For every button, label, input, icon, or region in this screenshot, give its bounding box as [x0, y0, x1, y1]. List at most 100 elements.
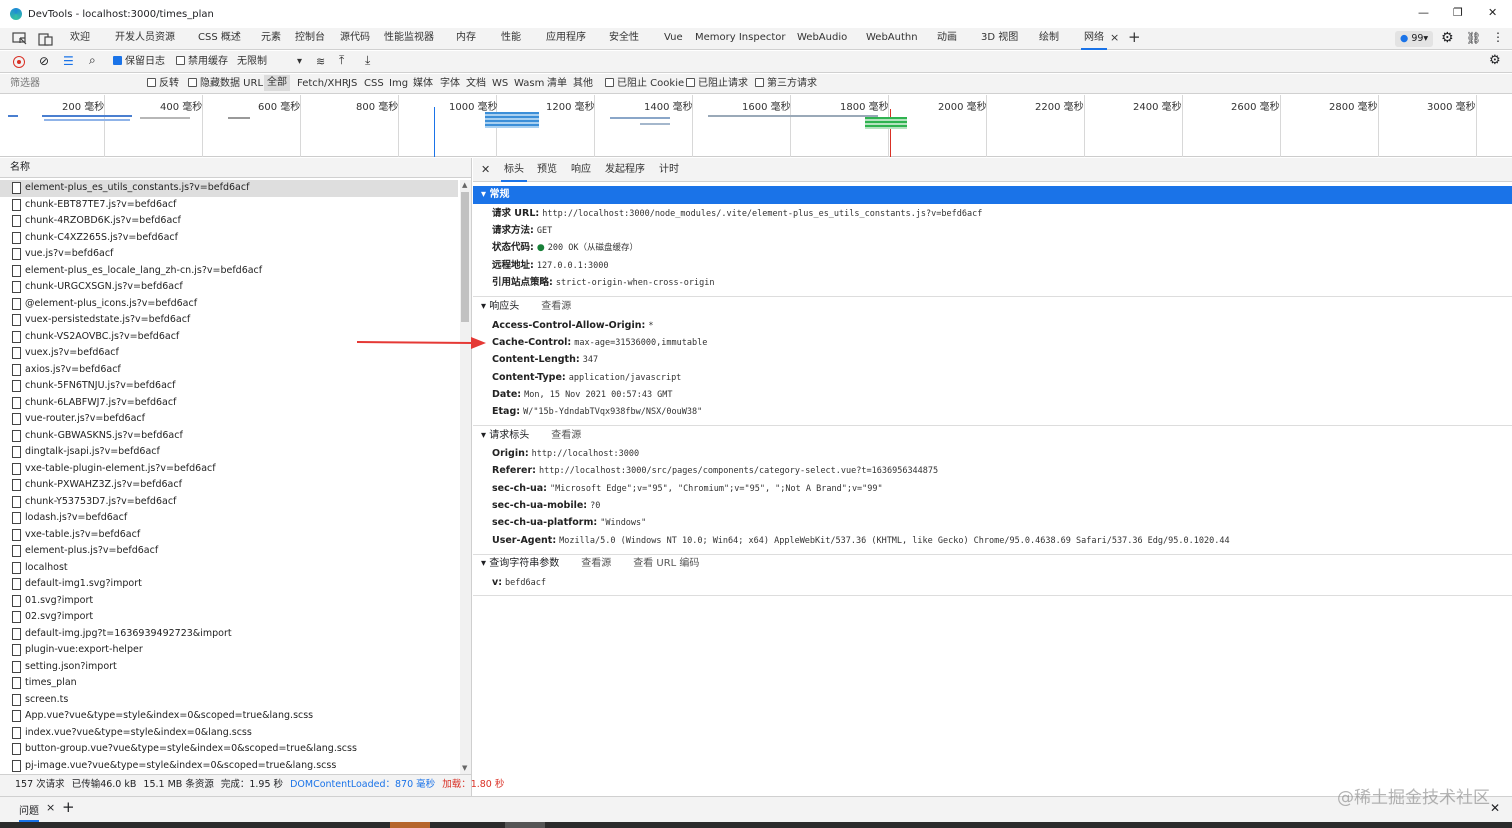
network-settings-gear-icon[interactable]: ⚙	[1489, 53, 1501, 68]
request-row[interactable]: lodash.js?v=befd6acf	[0, 510, 458, 527]
add-tab-icon[interactable]: +	[1128, 28, 1141, 50]
type-filter-fetch-xhr[interactable]: Fetch/XHR	[297, 76, 349, 92]
type-filter-css[interactable]: CSS	[364, 76, 384, 92]
record-icon[interactable]	[13, 56, 25, 68]
tab-css-overview[interactable]: CSS 概述	[198, 28, 241, 50]
filter-input[interactable]: 筛选器	[10, 76, 40, 92]
type-filter-manifest[interactable]: 清单	[547, 76, 567, 92]
request-row[interactable]: dingtalk-jsapi.js?v=befd6acf	[0, 444, 458, 461]
tab-sources[interactable]: 源代码	[340, 28, 370, 50]
request-row[interactable]: default-img1.svg?import	[0, 576, 458, 593]
disable-cache-checkbox[interactable]: 禁用缓存	[176, 54, 228, 70]
inspect-element-icon[interactable]	[12, 32, 28, 46]
response-headers-section-header[interactable]: ▾ 响应头 查看源	[473, 298, 1512, 316]
view-url-encoded-link[interactable]: 查看 URL 编码	[633, 558, 699, 569]
close-drawer-tab-icon[interactable]: ×	[46, 801, 55, 814]
request-row[interactable]: vuex-persistedstate.js?v=befd6acf	[0, 312, 458, 329]
request-row[interactable]: element-plus_es_utils_constants.js?v=bef…	[0, 180, 458, 197]
request-row[interactable]: vxe-table-plugin-element.js?v=befd6acf	[0, 461, 458, 478]
tab-memory[interactable]: 内存	[456, 28, 476, 50]
search-icon[interactable]: ⌕	[89, 53, 96, 68]
request-row[interactable]: vxe-table.js?v=befd6acf	[0, 527, 458, 544]
request-row[interactable]: pj-image.vue?vue&type=style&index=0&scop…	[0, 758, 458, 775]
request-row[interactable]: chunk-GBWASKNS.js?v=befd6acf	[0, 428, 458, 445]
tab-headers[interactable]: 标头	[501, 158, 527, 182]
scroll-up-icon[interactable]: ▲	[462, 181, 467, 189]
request-row[interactable]: 01.svg?import	[0, 593, 458, 610]
view-source-link[interactable]: 查看源	[551, 430, 581, 441]
tab-webauthn[interactable]: WebAuthn	[866, 28, 918, 50]
tab-timing[interactable]: 计时	[659, 158, 679, 182]
name-column-header[interactable]: 名称	[0, 158, 471, 178]
wifi-conditions-icon[interactable]: ≋	[316, 54, 325, 70]
general-section-header[interactable]: ▾ 常规	[473, 186, 1512, 204]
issues-badge[interactable]: ● 99▾	[1395, 31, 1433, 47]
request-row[interactable]: App.vue?vue&type=style&index=0&scoped=tr…	[0, 708, 458, 725]
hide-data-url-checkbox[interactable]: 隐藏数据 URL	[188, 76, 263, 92]
request-row[interactable]: times_plan	[0, 675, 458, 692]
request-row[interactable]: @element-plus_icons.js?v=befd6acf	[0, 296, 458, 313]
tab-initiator[interactable]: 发起程序	[605, 158, 645, 182]
timeline-overview[interactable]: 200 毫秒 400 毫秒 600 毫秒 800 毫秒 1000 毫秒 1200…	[0, 95, 1512, 157]
tab-security[interactable]: 安全性	[609, 28, 639, 50]
type-filter-doc[interactable]: 文档	[466, 76, 486, 92]
request-row[interactable]: screen.ts	[0, 692, 458, 709]
blocked-requests-checkbox[interactable]: 已阻止请求	[686, 76, 748, 92]
request-row[interactable]: chunk-PXWAHZ3Z.js?v=befd6acf	[0, 477, 458, 494]
type-filter-font[interactable]: 字体	[440, 76, 460, 92]
type-filter-img[interactable]: Img	[389, 76, 408, 92]
tab-network[interactable]: 网络	[1081, 28, 1107, 50]
request-headers-section-header[interactable]: ▾ 请求标头 查看源	[473, 427, 1512, 445]
type-filter-wasm[interactable]: Wasm	[514, 76, 544, 92]
close-detail-icon[interactable]: ✕	[481, 158, 490, 182]
tab-paint[interactable]: 绘制	[1039, 28, 1059, 50]
type-filter-media[interactable]: 媒体	[413, 76, 433, 92]
request-row[interactable]: index.vue?vue&type=style&index=0&lang.sc…	[0, 725, 458, 742]
tab-3d-view[interactable]: 3D 视图	[981, 28, 1018, 50]
add-drawer-tab-icon[interactable]: +	[62, 798, 75, 816]
request-row[interactable]: chunk-Y53753D7.js?v=befd6acf	[0, 494, 458, 511]
request-row[interactable]: element-plus_es_locale_lang_zh-cn.js?v=b…	[0, 263, 458, 280]
clear-icon[interactable]: ⊘	[39, 54, 49, 68]
request-row[interactable]: chunk-4RZOBD6K.js?v=befd6acf	[0, 213, 458, 230]
close-drawer-icon[interactable]: ✕	[1490, 801, 1500, 815]
request-row[interactable]: chunk-6LABFWJ7.js?v=befd6acf	[0, 395, 458, 412]
minimize-icon[interactable]: —	[1418, 6, 1429, 19]
tab-webaudio[interactable]: WebAudio	[797, 28, 847, 50]
scroll-down-icon[interactable]: ▼	[462, 764, 467, 772]
invert-checkbox[interactable]: 反转	[147, 76, 179, 92]
view-source-link[interactable]: 查看源	[581, 558, 611, 569]
request-row[interactable]: element-plus.js?v=befd6acf	[0, 543, 458, 560]
request-row[interactable]: axios.js?v=befd6acf	[0, 362, 458, 379]
blocked-cookies-checkbox[interactable]: 已阻止 Cookie	[605, 76, 684, 92]
tab-vue[interactable]: Vue	[664, 28, 683, 50]
third-party-checkbox[interactable]: 第三方请求	[755, 76, 817, 92]
close-tab-icon[interactable]: ×	[1110, 28, 1119, 50]
tab-developer-resources[interactable]: 开发人员资源	[115, 28, 175, 50]
request-list-scrollbar[interactable]: ▲ ▼	[460, 180, 471, 774]
filter-icon[interactable]: ☰	[63, 54, 74, 68]
query-params-section-header[interactable]: ▾ 查询字符串参数 查看源 查看 URL 编码	[473, 555, 1512, 573]
request-row[interactable]: vue.js?v=befd6acf	[0, 246, 458, 263]
tab-response[interactable]: 响应	[571, 158, 591, 182]
settings-gear-icon[interactable]: ⚙	[1441, 30, 1454, 46]
tab-console[interactable]: 控制台	[295, 28, 325, 50]
tab-application[interactable]: 应用程序	[546, 28, 586, 50]
scrollbar-thumb[interactable]	[461, 192, 469, 322]
type-filter-ws[interactable]: WS	[492, 76, 508, 92]
request-row[interactable]: chunk-EBT87TE7.js?v=befd6acf	[0, 197, 458, 214]
request-row[interactable]: chunk-5FN6TNJU.js?v=befd6acf	[0, 378, 458, 395]
customize-icon[interactable]: ⛓	[1466, 31, 1481, 45]
request-row[interactable]: default-img.jpg?t=1636939492723&import	[0, 626, 458, 643]
tab-issues[interactable]: 问题	[19, 802, 39, 822]
tab-performance[interactable]: 性能	[501, 28, 521, 50]
request-row[interactable]: plugin-vue:export-helper	[0, 642, 458, 659]
type-filter-other[interactable]: 其他	[573, 76, 593, 92]
type-filter-all[interactable]: 全部	[264, 75, 290, 91]
close-window-icon[interactable]: ✕	[1488, 6, 1497, 19]
request-row[interactable]: chunk-URGCXSGN.js?v=befd6acf	[0, 279, 458, 296]
request-row[interactable]: localhost	[0, 560, 458, 577]
type-filter-js[interactable]: JS	[348, 76, 357, 92]
request-row[interactable]: button-group.vue?vue&type=style&index=0&…	[0, 741, 458, 758]
preserve-log-checkbox[interactable]: 保留日志	[113, 54, 165, 70]
